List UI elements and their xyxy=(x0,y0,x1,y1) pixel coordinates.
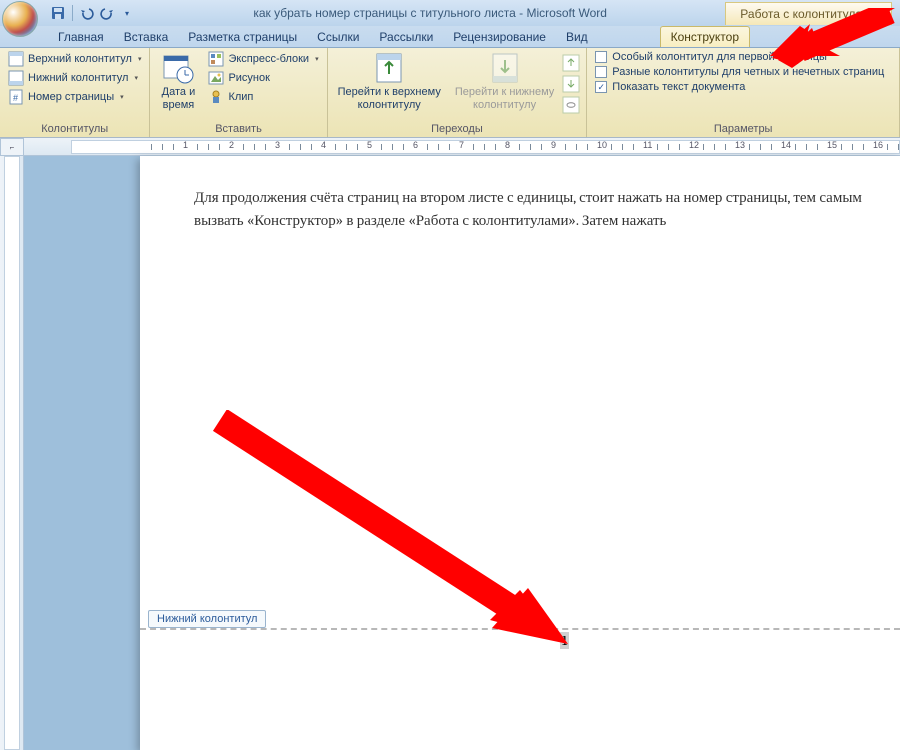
tab-design[interactable]: Конструктор xyxy=(660,26,750,47)
clip-icon xyxy=(208,89,224,105)
page-number-button[interactable]: # Номер страницы▾ xyxy=(4,88,145,106)
different-first-page-checkbox[interactable]: Особый колонтитул для первой страницы xyxy=(591,50,888,64)
header-icon xyxy=(8,51,24,67)
footer-area[interactable]: Нижний колонтитул 1 xyxy=(140,628,900,630)
tab-view[interactable]: Вид xyxy=(556,27,598,47)
tab-review[interactable]: Рецензирование xyxy=(443,27,556,47)
next-section-icon[interactable] xyxy=(562,75,582,95)
ribbon-tabs: Главная Вставка Разметка страницы Ссылки… xyxy=(0,26,900,48)
redo-icon[interactable] xyxy=(99,5,115,21)
group-navigation: Перейти к верхнему колонтитулу Перейти к… xyxy=(328,48,588,137)
svg-text:#: # xyxy=(13,93,18,103)
undo-icon[interactable] xyxy=(79,5,95,21)
ruler-corner[interactable]: ⌐ xyxy=(0,138,24,156)
different-odd-even-checkbox[interactable]: Разные колонтитулы для четных и нечетных… xyxy=(591,65,888,79)
group-label-insert: Вставить xyxy=(154,121,322,137)
group-insert: Дата и время Экспресс-блоки▾ Рисунок Кли… xyxy=(150,48,327,137)
group-label-navigation: Переходы xyxy=(332,121,583,137)
tab-page-layout[interactable]: Разметка страницы xyxy=(178,27,307,47)
page-number-field[interactable]: 1 xyxy=(560,632,569,649)
clip-button[interactable]: Клип xyxy=(204,88,322,106)
body-text: Для продолжения счёта страниц на втором … xyxy=(194,186,900,233)
picture-icon xyxy=(208,70,224,86)
picture-button[interactable]: Рисунок xyxy=(204,69,322,87)
title-bar: ▾ как убрать номер страницы с титульного… xyxy=(0,0,900,26)
window-title: как убрать номер страницы с титульного л… xyxy=(135,6,725,20)
checkbox-icon xyxy=(595,66,607,78)
group-label-options: Параметры xyxy=(591,121,895,137)
office-button[interactable] xyxy=(2,1,38,37)
goto-footer-icon xyxy=(489,52,521,84)
tab-references[interactable]: Ссылки xyxy=(307,27,369,47)
document-page[interactable]: Для продолжения счёта страниц на втором … xyxy=(140,156,900,750)
tab-insert[interactable]: Вставка xyxy=(114,27,179,47)
date-time-icon xyxy=(162,52,194,84)
quick-parts-button[interactable]: Экспресс-блоки▾ xyxy=(204,50,322,68)
footer-label-tab: Нижний колонтитул xyxy=(148,610,266,628)
date-time-button[interactable]: Дата и время xyxy=(154,50,202,113)
tab-home[interactable]: Главная xyxy=(48,27,114,47)
footer-divider xyxy=(140,628,900,630)
vertical-ruler[interactable] xyxy=(0,156,24,750)
group-options: Особый колонтитул для первой страницы Ра… xyxy=(587,48,900,137)
goto-header-button[interactable]: Перейти к верхнему колонтитулу xyxy=(332,50,447,113)
document-area: ⌐ 12345678910111213141516 Для продолжени… xyxy=(0,138,900,750)
previous-section-icon[interactable] xyxy=(562,54,582,74)
qat-customize-icon[interactable]: ▾ xyxy=(119,5,135,21)
show-document-text-checkbox[interactable]: ✓ Показать текст документа xyxy=(591,80,888,94)
goto-header-icon xyxy=(373,52,405,84)
checkbox-icon: ✓ xyxy=(595,81,607,93)
tab-mailings[interactable]: Рассылки xyxy=(369,27,443,47)
footer-icon xyxy=(8,70,24,86)
footer-button[interactable]: Нижний колонтитул▾ xyxy=(4,69,145,87)
ribbon: Верхний колонтитул▾ Нижний колонтитул▾ #… xyxy=(0,48,900,138)
quick-parts-icon xyxy=(208,51,224,67)
checkbox-icon xyxy=(595,51,607,63)
contextual-tab-label: Работа с колонтитулами xyxy=(725,2,892,25)
horizontal-ruler[interactable]: 12345678910111213141516 xyxy=(24,138,900,156)
save-icon[interactable] xyxy=(50,5,66,21)
header-button[interactable]: Верхний колонтитул▾ xyxy=(4,50,145,68)
group-headers-footers: Верхний колонтитул▾ Нижний колонтитул▾ #… xyxy=(0,48,150,137)
group-label-headers-footers: Колонтитулы xyxy=(4,121,145,137)
link-previous-icon[interactable] xyxy=(562,96,582,116)
page-number-icon: # xyxy=(8,89,24,105)
qat-separator xyxy=(72,5,73,21)
quick-access-toolbar: ▾ xyxy=(50,5,135,21)
goto-footer-button: Перейти к нижнему колонтитулу xyxy=(449,50,560,113)
